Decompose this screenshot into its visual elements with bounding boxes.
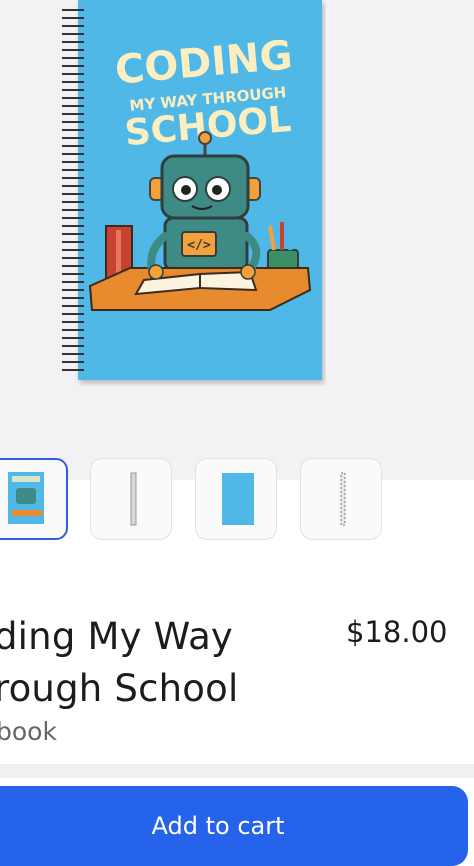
cover-code-tag: </> <box>187 238 211 253</box>
thumbnail-strip <box>0 458 474 580</box>
thumbnail-blue-cover-image <box>222 473 254 525</box>
add-to-cart-button[interactable]: Add to cart <box>0 786 468 866</box>
thumbnail-front-cover-image <box>8 472 44 524</box>
thumbnail-blue-cover[interactable] <box>195 458 277 540</box>
add-to-cart-label: Add to cart <box>151 812 285 840</box>
product-image-notebook[interactable]: CODING MY WAY THROUGH SCHOOL </> <box>60 0 326 386</box>
thumbnail-front-cover[interactable] <box>0 458 68 540</box>
thumbnail-side-view-image <box>130 472 137 526</box>
product-image-area: CODING MY WAY THROUGH SCHOOL </> <box>0 0 474 480</box>
product-title-line-1: ding My Way <box>0 615 234 658</box>
product-title-line-2: rough School <box>0 667 239 710</box>
product-price: $18.00 <box>346 615 448 649</box>
thumbnail-spiral-view-image <box>340 472 346 526</box>
product-subtitle: book <box>0 717 57 746</box>
thumbnail-spiral-view[interactable] <box>300 458 382 540</box>
thumbnail-side-view[interactable] <box>90 458 172 540</box>
section-divider <box>0 764 474 778</box>
